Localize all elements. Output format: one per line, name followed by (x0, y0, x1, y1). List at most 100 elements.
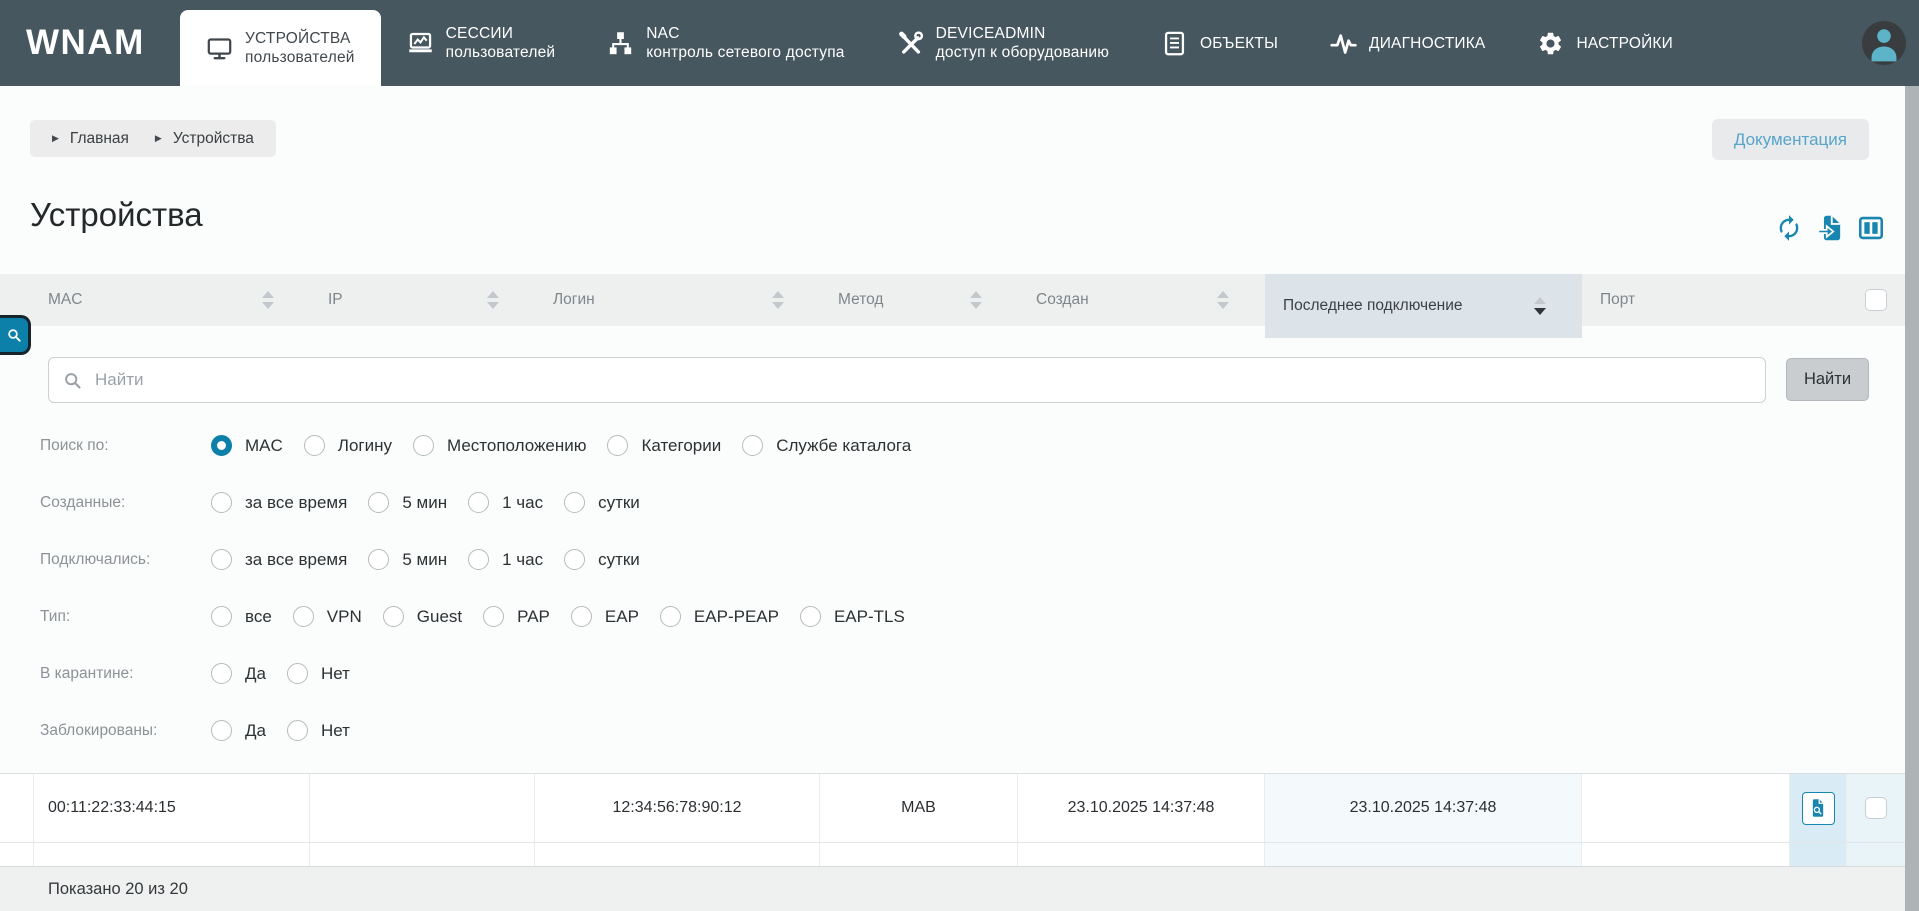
cell-method: MAB (820, 774, 1018, 842)
radio-button[interactable] (413, 435, 434, 456)
filter-option[interactable]: 1 час (468, 549, 543, 570)
table-footer: Показано 20 из 20 (0, 866, 1905, 911)
radio-button[interactable] (564, 492, 585, 513)
cell-value: 23.10.2025 14:37:48 (1068, 799, 1215, 817)
vertical-scrollbar[interactable] (1905, 86, 1919, 911)
radio-label: за все время (245, 550, 347, 570)
search-panel-toggle[interactable] (0, 315, 31, 355)
search-input[interactable] (48, 357, 1766, 403)
breadcrumb-item-devices[interactable]: ▶ Устройства (155, 130, 254, 148)
radio-button[interactable] (571, 606, 592, 627)
radio-button[interactable] (211, 606, 232, 627)
radio-button[interactable] (368, 549, 389, 570)
radio-button[interactable] (564, 549, 585, 570)
filter-option[interactable]: сутки (564, 549, 640, 570)
nav-tab-text: NACконтроль сетевого доступа (646, 24, 844, 62)
radio-label: Категории (641, 436, 721, 456)
filter-option[interactable]: EAP (571, 606, 639, 627)
rows-shown-status: Показано 20 из 20 (48, 880, 188, 899)
filter-option[interactable]: Да (211, 663, 266, 684)
filter-option[interactable]: за все время (211, 492, 347, 513)
filter-option[interactable]: MAC (211, 435, 283, 456)
nav-tab-diagnostics[interactable]: ДИАГНОСТИКА (1304, 0, 1511, 86)
filter-option[interactable]: Логину (304, 435, 392, 456)
filter-option[interactable]: Нет (287, 663, 350, 684)
radio-label: Службе каталога (776, 436, 911, 456)
radio-button[interactable] (742, 435, 763, 456)
column-header-login[interactable]: Логин (535, 274, 820, 326)
nav-tab-sublabel: контроль сетевого доступа (646, 43, 844, 62)
radio-button[interactable] (293, 606, 314, 627)
filter-option[interactable]: 5 мин (368, 492, 447, 513)
nav-tab-objects[interactable]: ОБЪЕКТЫ (1135, 0, 1304, 86)
user-menu-button[interactable] (1862, 21, 1906, 65)
filter-option[interactable]: Категории (607, 435, 721, 456)
filter-option[interactable]: сутки (564, 492, 640, 513)
filter-option[interactable]: Нет (287, 720, 350, 741)
filter-option[interactable]: 5 мин (368, 549, 447, 570)
column-header-label: Логин (553, 291, 595, 309)
radio-button[interactable] (211, 663, 232, 684)
nav-tab-sessions[interactable]: СЕССИИпользователей (381, 0, 582, 86)
radio-button[interactable] (287, 663, 308, 684)
sort-arrows-icon[interactable] (487, 291, 499, 309)
radio-button[interactable] (368, 492, 389, 513)
radio-button[interactable] (211, 492, 232, 513)
column-header-mac[interactable]: MAC (0, 274, 310, 326)
filter-label: Созданные: (0, 494, 211, 512)
sort-arrows-icon[interactable] (970, 291, 982, 309)
filter-option[interactable]: Службе каталога (742, 435, 911, 456)
radio-button[interactable] (211, 549, 232, 570)
nav-tab-deviceadmin[interactable]: DEVICEADMINдоступ к оборудованию (871, 0, 1135, 86)
radio-button[interactable] (483, 606, 504, 627)
filter-option[interactable]: EAP-TLS (800, 606, 905, 627)
radio-button[interactable] (383, 606, 404, 627)
file-export-icon[interactable] (1816, 214, 1844, 242)
documentation-button[interactable]: Документация (1712, 119, 1869, 160)
view-device-button[interactable] (1802, 792, 1835, 825)
radio-button[interactable] (211, 720, 232, 741)
breadcrumb-item-home[interactable]: ▶ Главная (52, 130, 129, 148)
filter-option[interactable]: все (211, 606, 272, 627)
nav-tab-devices[interactable]: УСТРОЙСТВАпользователей (180, 10, 381, 86)
radio-button[interactable] (468, 549, 489, 570)
filter-option[interactable]: Местоположению (413, 435, 586, 456)
radio-button[interactable] (287, 720, 308, 741)
radio-button[interactable] (607, 435, 628, 456)
radio-button[interactable] (660, 606, 681, 627)
search-button[interactable]: Найти (1786, 358, 1869, 401)
column-header-ip[interactable]: IP (310, 274, 535, 326)
table-row: 00:11:22:33:44:1512:34:56:78:90:12MAB23.… (0, 773, 1905, 842)
filter-option[interactable]: за все время (211, 549, 347, 570)
sort-arrows-icon[interactable] (772, 291, 784, 309)
filter-option[interactable]: 1 час (468, 492, 543, 513)
row-checkbox[interactable] (1865, 797, 1887, 819)
nav-tab-nac[interactable]: NACконтроль сетевого доступа (581, 0, 870, 86)
column-header-method[interactable]: Метод (820, 274, 1018, 326)
nav-tab-label: УСТРОЙСТВА (245, 29, 355, 48)
sort-arrows-icon[interactable] (262, 291, 274, 309)
refresh-icon[interactable] (1775, 214, 1803, 242)
filter-option[interactable]: Guest (383, 606, 462, 627)
filter-option[interactable]: Да (211, 720, 266, 741)
column-header-last_connection[interactable]: Последнее подключение (1265, 274, 1582, 338)
nav-tab-settings[interactable]: НАСТРОЙКИ (1511, 0, 1699, 86)
filter-option[interactable]: PAP (483, 606, 550, 627)
column-header-port[interactable]: Порт (1582, 274, 1790, 326)
radio-button[interactable] (304, 435, 325, 456)
filter-option[interactable]: VPN (293, 606, 362, 627)
filter-option[interactable]: EAP-PEAP (660, 606, 779, 627)
radio-label: все (245, 607, 272, 627)
select-all-checkbox[interactable] (1865, 289, 1887, 311)
column-header-created[interactable]: Создан (1018, 274, 1265, 326)
cell-login (535, 843, 820, 866)
sort-arrows-icon[interactable] (1534, 297, 1546, 315)
document-icon (1161, 30, 1188, 57)
radio-button[interactable] (468, 492, 489, 513)
radio-button[interactable] (211, 435, 232, 456)
columns-icon[interactable] (1857, 214, 1885, 242)
sort-asc-icon (262, 291, 274, 298)
radio-button[interactable] (800, 606, 821, 627)
nav-tab-label: НАСТРОЙКИ (1576, 34, 1673, 53)
sort-arrows-icon[interactable] (1217, 291, 1229, 309)
